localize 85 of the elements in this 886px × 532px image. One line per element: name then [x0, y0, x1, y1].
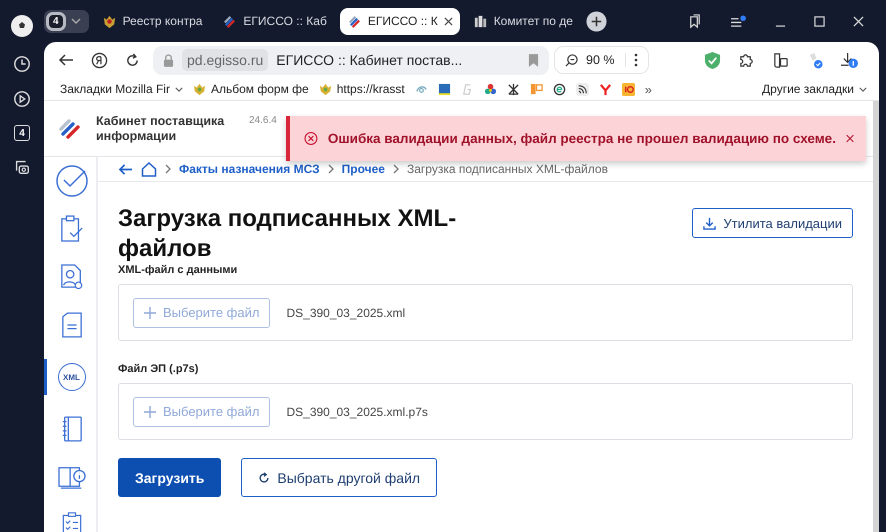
field-label: Файл ЭП (.p7s)	[118, 363, 200, 375]
more-vertical-icon[interactable]	[634, 53, 638, 67]
validation-utility-button[interactable]: Утилита валидации	[692, 208, 853, 238]
close-window-icon[interactable]	[853, 16, 864, 26]
clock-icon[interactable]	[13, 55, 31, 73]
plus-icon	[144, 406, 156, 418]
shield-check-icon[interactable]	[704, 50, 721, 70]
close-icon[interactable]	[444, 16, 453, 26]
more-bookmarks-button[interactable]: »	[644, 82, 652, 96]
square-logo-icon[interactable]	[622, 82, 635, 96]
emblem-icon	[192, 82, 206, 96]
xml-label: XML	[63, 372, 80, 382]
breadcrumb-link[interactable]: Факты назначения МСЗ	[179, 162, 320, 176]
person-document-icon	[60, 263, 84, 291]
error-circle-icon	[304, 129, 318, 148]
zoom-control[interactable]: 90 %	[554, 46, 648, 74]
field-label: XML-файл с данными	[118, 264, 238, 276]
chevron-right-icon	[165, 164, 171, 174]
domain-chip: pd.egisso.ru	[182, 49, 268, 71]
flag-logo-icon	[346, 14, 362, 28]
circle-letter-logo-icon[interactable]	[91, 52, 108, 68]
check-circle-icon	[54, 164, 88, 198]
zoom-level: 90 %	[586, 53, 626, 67]
notebook-icon	[60, 415, 82, 443]
app-title: Кабинет поставщика информации	[96, 114, 226, 143]
browser-tab[interactable]: Реестр контра	[94, 8, 210, 34]
lock-icon	[163, 54, 174, 66]
play-icon[interactable]	[13, 90, 31, 108]
bookmark-item[interactable]: Закладки Mozilla Fir	[60, 82, 183, 96]
page-title-text: ЕГИССО :: Кабинет постав...	[276, 52, 464, 68]
bookmark-item[interactable]: https://krasst	[318, 82, 405, 96]
chevron-down-icon	[859, 86, 867, 92]
close-icon[interactable]	[846, 133, 854, 144]
download-icon[interactable]	[840, 52, 859, 68]
ball-icon[interactable]	[10, 14, 34, 38]
other-bookmarks-folder[interactable]: Другие закладки	[762, 82, 867, 96]
cross-symbol-icon[interactable]	[506, 82, 520, 96]
tab-count-badge[interactable]: 4	[14, 125, 30, 141]
emblem-icon	[318, 82, 332, 96]
version-label: 24.6.4	[249, 115, 277, 126]
chevron-right-icon	[328, 164, 334, 174]
circle-e-icon[interactable]	[552, 82, 566, 96]
error-message: Ошибка валидации данных, файл реестра не прошел валидацию по схеме.	[328, 131, 836, 146]
breadcrumb-link[interactable]: Прочее	[342, 162, 385, 176]
chevron-right-icon	[392, 164, 399, 174]
bookmarks-panel-icon[interactable]	[687, 14, 702, 28]
browser-tab[interactable]: ЕГИССО :: Каб	[215, 8, 334, 34]
file-name: DS_390_03_2025.xml.p7s	[286, 404, 428, 418]
bookmark-item[interactable]: Альбом форм фе	[192, 82, 309, 96]
download-icon	[703, 216, 716, 230]
square-logo-icon[interactable]	[438, 82, 451, 96]
flower-icon[interactable]	[484, 82, 497, 96]
tab-group-button[interactable]: 4	[44, 10, 89, 32]
puzzle-icon[interactable]	[738, 52, 755, 68]
emblem-icon	[102, 14, 117, 28]
book-info-icon	[56, 464, 86, 490]
page-heading: Загрузка подписанных XML-файлов	[118, 204, 458, 264]
new-tab-icon[interactable]	[586, 10, 607, 32]
plus-icon	[144, 306, 156, 318]
back-arrow-icon[interactable]	[118, 162, 133, 176]
breadcrumb-current: Загрузка подписанных XML-файлов	[406, 162, 608, 176]
browser-tab[interactable]: Комитет по де	[466, 8, 580, 34]
reload-icon	[258, 472, 270, 484]
chevron-down-icon	[174, 86, 183, 92]
screenshot-icon[interactable]	[13, 158, 31, 176]
flag-logo-icon	[222, 14, 238, 28]
document-icon	[60, 311, 82, 339]
file-name: DS_390_03_2025.xml	[286, 306, 406, 320]
collections-icon[interactable]	[772, 52, 789, 68]
maximize-icon[interactable]	[814, 16, 825, 26]
home-icon[interactable]	[141, 161, 157, 177]
address-bar[interactable]: pd.egisso.ru ЕГИССО :: Кабинет постав...	[153, 46, 549, 74]
clipboard-check-icon	[60, 215, 84, 243]
browser-tab[interactable]: ЕГИССО :: К	[340, 8, 460, 34]
building-icon	[472, 14, 488, 28]
choose-another-file-button[interactable]: Выбрать другой файл	[241, 458, 438, 497]
sidebar-item[interactable]: XML	[44, 359, 96, 395]
back-arrow-icon[interactable]	[58, 52, 74, 68]
chevron-down-icon	[70, 18, 81, 24]
zoom-out-icon	[565, 54, 578, 66]
upload-button[interactable]: Загрузить	[118, 458, 222, 497]
letter-logo-icon[interactable]	[598, 82, 612, 96]
wave-icon[interactable]	[576, 82, 589, 96]
menu-icon[interactable]	[730, 14, 747, 28]
reload-icon[interactable]	[125, 52, 140, 68]
